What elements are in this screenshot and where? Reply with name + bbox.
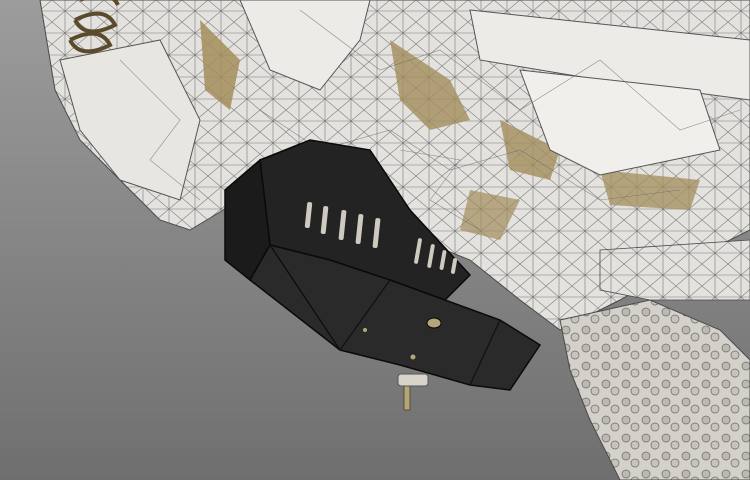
bolt-hole-icon [410,354,416,360]
cad-viewport [0,0,750,480]
cad-render [0,0,750,480]
bolt-hole-icon [363,328,367,332]
bolt-hole-icon [426,317,442,329]
